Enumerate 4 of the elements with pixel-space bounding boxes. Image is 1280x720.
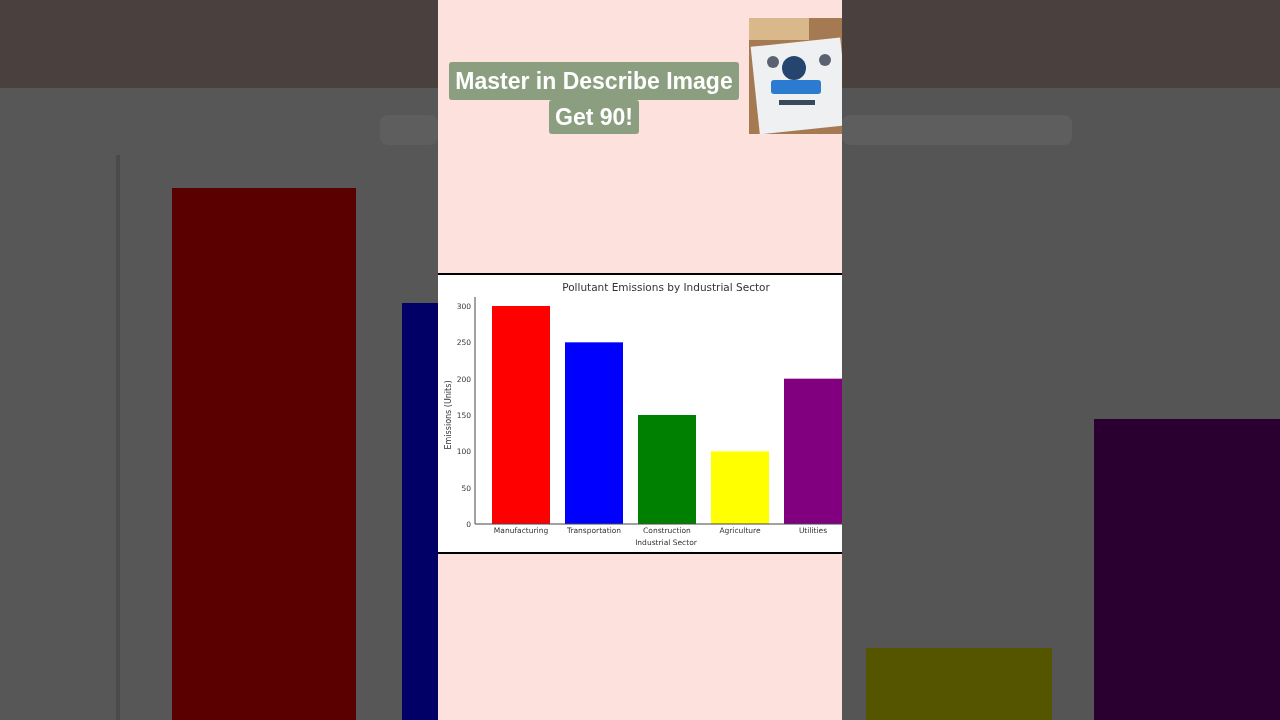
chart-title: Pollutant Emissions by Industrial Sector (562, 281, 770, 293)
axis-title: Emissions (Units) (444, 380, 453, 450)
headline-caption: Get 90! (549, 100, 639, 134)
headline-caption: Master in Describe Image (449, 62, 739, 100)
